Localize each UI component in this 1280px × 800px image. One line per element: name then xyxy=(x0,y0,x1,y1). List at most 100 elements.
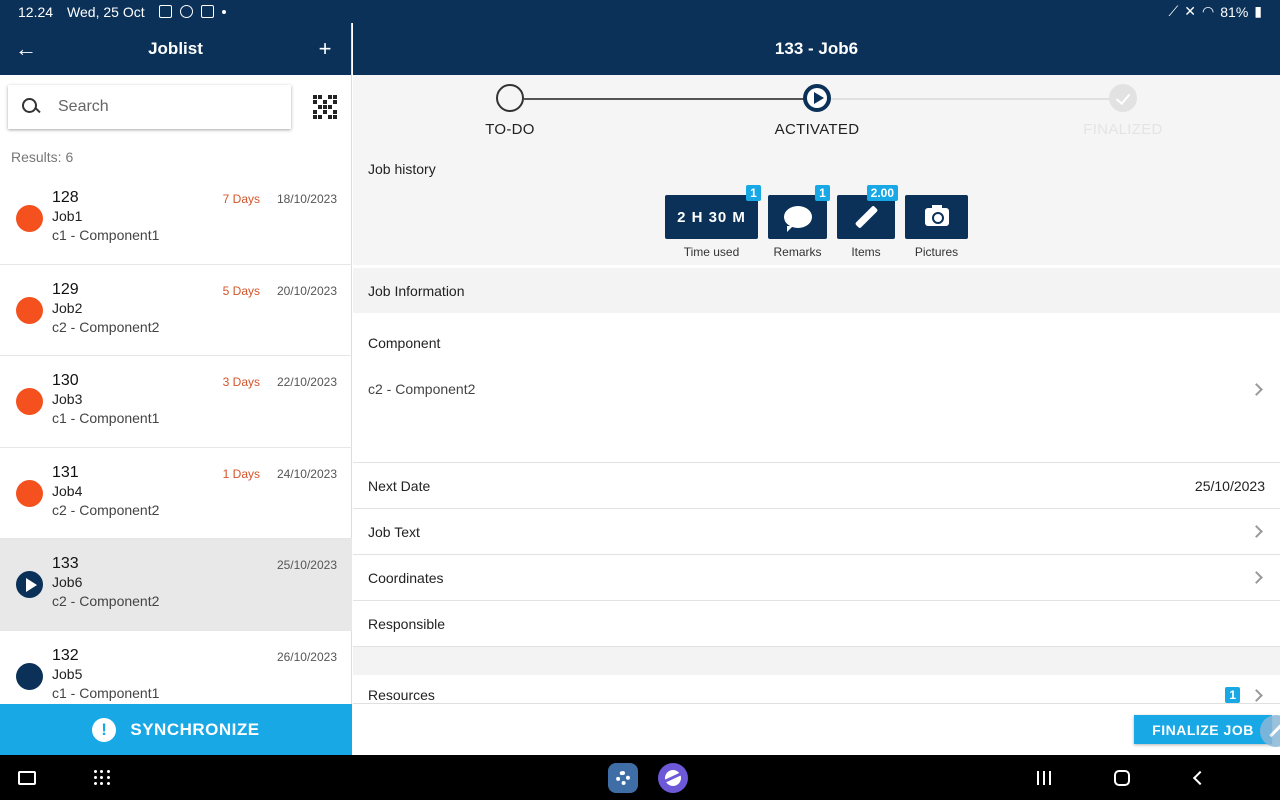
job-list-item[interactable]: 130 Job3 c1 - Component1 3 Days 22/10/20… xyxy=(0,356,352,448)
search-input[interactable]: Search xyxy=(8,85,291,129)
job-number: 131 xyxy=(52,463,79,481)
signal-icon: ⟋ xyxy=(1168,3,1179,19)
step-label: FINALIZED xyxy=(1083,121,1163,138)
pending-status-dot xyxy=(16,662,43,690)
bottom-divider xyxy=(353,703,1280,704)
time-used-caption: Time used xyxy=(683,245,740,259)
job-date: 18/10/2023 xyxy=(276,192,337,206)
internet-app-icon[interactable] xyxy=(657,755,689,800)
joblist-header: ← Joblist + xyxy=(0,23,351,75)
overdue-status-dot xyxy=(16,296,43,324)
job-detail-pane: 133 - Job6 TO-DO ACTIVATED FINALIZED Job… xyxy=(353,23,1280,755)
job-number: 129 xyxy=(52,280,79,298)
next-date-label: Next Date xyxy=(368,477,431,494)
qr-code-icon[interactable] xyxy=(313,95,337,119)
pictures-button[interactable]: Pictures xyxy=(905,195,968,259)
synchronize-button[interactable]: ! SYNCHRONIZE xyxy=(0,704,352,755)
component-value: c2 - Component2 xyxy=(368,381,476,397)
job-component: c2 - Component2 xyxy=(52,318,160,335)
job-list-item-selected[interactable]: 133 Job6 c2 - Component2 25/10/2023 xyxy=(0,539,352,631)
chevron-right-icon xyxy=(1250,571,1263,584)
job-date: 24/10/2023 xyxy=(276,466,337,481)
finalize-job-button[interactable]: FINALIZE JOB xyxy=(1134,715,1272,744)
job-number: 133 xyxy=(52,555,79,572)
job-name: Job5 xyxy=(52,665,83,682)
time-used-button[interactable]: 2 H 30 M 1 Time used xyxy=(665,185,761,259)
job-information-header: Job Information xyxy=(353,268,1280,313)
job-list-item[interactable]: 131 Job4 c2 - Component2 1 Days 24/10/20… xyxy=(0,448,352,539)
screen-capture-icon[interactable] xyxy=(14,755,40,800)
job-component: c1 - Component1 xyxy=(52,410,160,426)
job-detail-title: 133 - Job6 xyxy=(774,39,859,58)
job-component: c1 - Component1 xyxy=(52,684,160,701)
finalize-job-label: FINALIZE JOB xyxy=(1152,721,1254,738)
responsible-row[interactable]: Responsible xyxy=(353,601,1280,647)
coordinates-row[interactable]: Coordinates xyxy=(353,555,1280,601)
job-overdue-days: 3 Days xyxy=(222,375,260,389)
job-text-label: Job Text xyxy=(368,523,420,540)
resources-row[interactable]: Resources 1 xyxy=(353,675,1280,715)
add-job-button[interactable]: + xyxy=(313,38,337,60)
status-bar: 12.24 Wed, 25 Oct ⟋ ✕ ◠ 81% ▮ xyxy=(0,0,1280,23)
speech-bubble-icon xyxy=(783,206,812,232)
step-activated[interactable]: ACTIVATED xyxy=(737,84,897,138)
items-box xyxy=(837,195,895,239)
next-date-row: Next Date 25/10/2023 xyxy=(353,463,1280,509)
job-list-item[interactable]: 129 Job2 c2 - Component2 5 Days 20/10/20… xyxy=(0,265,352,356)
brush-icon xyxy=(854,205,878,229)
remarks-button[interactable]: 1 Remarks xyxy=(768,185,830,259)
job-history-label: Job history xyxy=(368,161,436,177)
component-label: Component xyxy=(368,335,441,351)
chevron-right-icon xyxy=(1250,382,1263,396)
job-number: 128 xyxy=(52,189,79,206)
dnd-icon xyxy=(179,5,193,18)
results-count: Results: 6 xyxy=(11,149,74,165)
app-drawer-icon[interactable] xyxy=(92,755,112,800)
gallery-notification-icon xyxy=(158,5,172,18)
job-stepper: TO-DO ACTIVATED FINALIZED xyxy=(353,84,1280,144)
time-used-value: 2 H 30 M xyxy=(665,195,758,239)
pictures-caption: Pictures xyxy=(914,245,959,259)
job-status-section: TO-DO ACTIVATED FINALIZED Job history 2 … xyxy=(353,75,1280,265)
next-date-value: 25/10/2023 xyxy=(1194,477,1265,494)
responsible-label: Responsible xyxy=(368,615,446,632)
play-circle-icon xyxy=(803,84,831,112)
job-number: 130 xyxy=(52,372,79,389)
job-component: c2 - Component2 xyxy=(52,501,160,518)
home-button-icon[interactable] xyxy=(1112,755,1132,800)
play-status-icon xyxy=(16,571,43,599)
search-placeholder: Search xyxy=(58,98,109,115)
search-icon xyxy=(22,98,40,116)
job-list-item[interactable]: 128 Job1 c1 - Component1 7 Days 18/10/20… xyxy=(0,173,352,265)
job-text-row[interactable]: Job Text xyxy=(353,509,1280,555)
step-todo[interactable]: TO-DO xyxy=(430,84,590,138)
resources-label: Resources xyxy=(368,687,435,703)
battery-level: 81% xyxy=(1220,3,1249,20)
search-row: Search xyxy=(0,75,351,133)
overdue-status-dot xyxy=(16,479,43,507)
remarks-caption: Remarks xyxy=(773,245,822,259)
status-time: 12.24 xyxy=(18,3,54,20)
section-spacer xyxy=(353,647,1280,675)
step-finalized: FINALIZED xyxy=(1043,84,1203,138)
job-component: c2 - Component2 xyxy=(52,593,160,609)
job-date: 22/10/2023 xyxy=(276,375,337,389)
chevron-right-icon xyxy=(1250,688,1263,702)
component-value-line: c2 - Component2 xyxy=(368,381,1265,397)
settings-app-icon[interactable] xyxy=(607,755,639,800)
job-overdue-days: 1 Days xyxy=(222,466,260,481)
back-arrow-icon[interactable]: ← xyxy=(14,38,38,60)
alert-icon: ! xyxy=(92,717,117,742)
component-row[interactable]: Component c2 - Component2 xyxy=(353,313,1280,463)
job-overdue-days: 5 Days xyxy=(222,283,260,298)
back-button-icon[interactable] xyxy=(1192,755,1208,800)
job-list: 128 Job1 c1 - Component1 7 Days 18/10/20… xyxy=(0,173,352,722)
joblist-pane: ← Joblist + Search Results: 6 128 Job1 c… xyxy=(0,23,352,755)
job-detail-header: 133 - Job6 xyxy=(353,23,1280,75)
mute-icon: ✕ xyxy=(1184,3,1197,19)
items-caption: Items xyxy=(851,245,881,259)
recents-button-icon[interactable] xyxy=(1034,755,1054,800)
job-date: 26/10/2023 xyxy=(276,649,337,664)
todo-circle-icon xyxy=(496,84,524,112)
items-button[interactable]: 2.00 Items xyxy=(837,185,898,259)
